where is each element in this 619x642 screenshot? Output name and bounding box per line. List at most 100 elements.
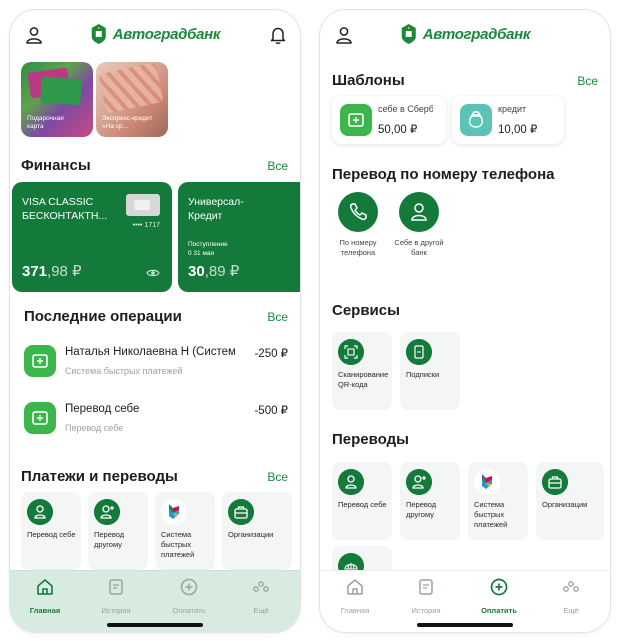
tile-organizations[interactable]: Организации: [222, 492, 292, 570]
transfers-title: Переводы: [332, 431, 409, 448]
tab-more[interactable]: Ещё: [231, 577, 291, 615]
tile-sbp[interactable]: Система быстрых платежей: [155, 492, 215, 570]
balance-int: 371: [22, 263, 48, 280]
templates-see-all-link[interactable]: Все: [577, 74, 598, 88]
history-icon: [109, 579, 123, 595]
finance-see-all-link[interactable]: Все: [267, 159, 288, 173]
briefcase-icon: [542, 469, 568, 495]
history-icon: [419, 579, 433, 595]
tile-label: Сканирование QR-кода: [338, 370, 389, 389]
tab-history[interactable]: История: [86, 577, 146, 615]
payments-title: Платежи и переводы: [21, 468, 178, 485]
promo-gift-card[interactable]: Подарочная карта: [21, 62, 93, 137]
tab-pay[interactable]: Оплатить: [159, 577, 219, 615]
tab-label: Главная: [340, 606, 370, 615]
card-balance: 371,98 ₽: [22, 262, 82, 280]
card-balance: 30,89 ₽: [188, 262, 239, 280]
plus-circle-icon: [490, 578, 508, 596]
transfer-icon: [340, 104, 372, 136]
template-title: себе в Сбербанк: [378, 104, 433, 114]
profile-icon[interactable]: [24, 25, 44, 45]
card-thumbnail: [126, 194, 160, 216]
card-visa-classic[interactable]: VISA CLASSIC БЕСКОНТАКТН... •••• 1717 37…: [12, 182, 172, 292]
bank-logo: Автоградбанк: [400, 23, 531, 45]
tile-label: Перевод себе: [338, 500, 387, 509]
balance-frac: ,98 ₽: [47, 263, 82, 280]
template-self-sber[interactable]: себе в Сбербанк 50,00 ₽: [332, 96, 446, 144]
card-universal-credit[interactable]: Универсал-Кредит Поступление 0 31 мая 30…: [178, 182, 300, 292]
home-icon: [347, 579, 363, 595]
promo-express-credit[interactable]: Экспресс-кредит «На ср...: [96, 62, 168, 137]
tile-label: Организации: [542, 500, 588, 509]
tile-transfer-other[interactable]: Перевод другому: [400, 462, 460, 540]
tile-transfer-other[interactable]: Перевод другому: [88, 492, 148, 570]
tile-scan-qr[interactable]: Сканирование QR-кода: [332, 332, 392, 410]
payments-see-all-link[interactable]: Все: [267, 470, 288, 484]
operation-title: Наталья Николаевна Н (Система: [65, 346, 235, 358]
briefcase-icon: [228, 499, 254, 525]
tile-label: Перевод другому: [406, 500, 437, 519]
top-bar: Автоградбанк: [320, 10, 610, 60]
template-title: кредит: [498, 104, 527, 114]
card-name: VISA CLASSIC БЕСКОНТАКТН...: [22, 196, 108, 223]
balance-int: 30: [188, 263, 205, 280]
tab-label: Оплатить: [172, 606, 206, 615]
operations-see-all-link[interactable]: Все: [267, 310, 288, 324]
payments-screen: Автоградбанк Шаблоны Все себе в Сбербанк…: [320, 10, 610, 632]
person-icon: [411, 203, 427, 221]
sbp-icon: [474, 469, 500, 495]
promo-label: Экспресс-кредит «На ср...: [102, 114, 153, 130]
tab-bar: Главная История Оплатить Ещё: [320, 570, 610, 632]
qr-scan-icon: [338, 339, 364, 365]
main-screen: Автоградбанк Подарочная карта Экспресс-к…: [10, 10, 300, 632]
phone-transfer-label: По номеру телефона: [339, 238, 377, 257]
plus-circle-icon: [180, 578, 198, 596]
income-date: 0 31 мая: [188, 249, 215, 257]
tile-label: Система быстрых платежей: [474, 500, 508, 529]
tile-subscriptions[interactable]: Подписки: [400, 332, 460, 410]
operation-row[interactable]: Перевод себе Перевод себе -500 ₽: [24, 400, 290, 440]
subscription-icon: [406, 339, 432, 365]
tab-more[interactable]: Ещё: [541, 577, 601, 615]
promo-label: Подарочная карта: [27, 114, 64, 130]
tab-label: Оплатить: [481, 606, 517, 615]
tab-home[interactable]: Главная: [325, 577, 385, 615]
more-icon: [253, 581, 269, 592]
bank-name: Автоградбанк: [422, 25, 531, 43]
template-credit[interactable]: кредит 10,00 ₽: [452, 96, 564, 144]
operation-amount: -500 ₽: [254, 405, 288, 417]
tile-sbp[interactable]: Система быстрых платежей: [468, 462, 528, 540]
eye-icon[interactable]: [146, 268, 160, 278]
tile-label: Система быстрых платежей: [161, 530, 195, 559]
tab-label: История: [101, 606, 131, 615]
more-icon: [563, 581, 579, 592]
tab-label: Ещё: [563, 606, 579, 615]
income-label: Поступление: [188, 241, 228, 248]
operation-subtitle: Система быстрых платежей: [65, 366, 183, 376]
phone-transfer-title: Перевод по номеру телефона: [332, 166, 555, 183]
bank-emblem-icon: [401, 24, 416, 44]
card-name: Универсал-Кредит: [188, 196, 244, 223]
tab-pay[interactable]: Оплатить: [469, 577, 529, 615]
phone-transfer-other-bank[interactable]: [399, 192, 439, 232]
home-icon: [37, 579, 53, 595]
template-amount: 10,00 ₽: [498, 124, 538, 136]
tile-transfer-self[interactable]: Перевод себе: [332, 462, 392, 540]
bell-icon[interactable]: [268, 25, 288, 45]
home-indicator: [417, 623, 513, 627]
tab-home[interactable]: Главная: [15, 577, 75, 615]
operation-amount: -250 ₽: [254, 348, 288, 360]
operations-title: Последние операции: [24, 308, 182, 325]
tab-label: История: [411, 606, 441, 615]
tab-history[interactable]: История: [396, 577, 456, 615]
phone-transfer-by-number[interactable]: [338, 192, 378, 232]
bank-name: Автоградбанк: [112, 25, 221, 43]
profile-icon[interactable]: [334, 25, 354, 45]
operation-row[interactable]: Наталья Николаевна Н (Система Система бы…: [24, 343, 290, 383]
tab-label: Главная: [29, 606, 61, 615]
tile-organizations[interactable]: Организации: [536, 462, 604, 540]
transfer-icon: [24, 402, 56, 434]
tile-transfer-self[interactable]: Перевод себе: [21, 492, 81, 570]
balance-frac: ,89 ₽: [204, 263, 240, 280]
tile-label: Перевод другому: [94, 530, 125, 549]
